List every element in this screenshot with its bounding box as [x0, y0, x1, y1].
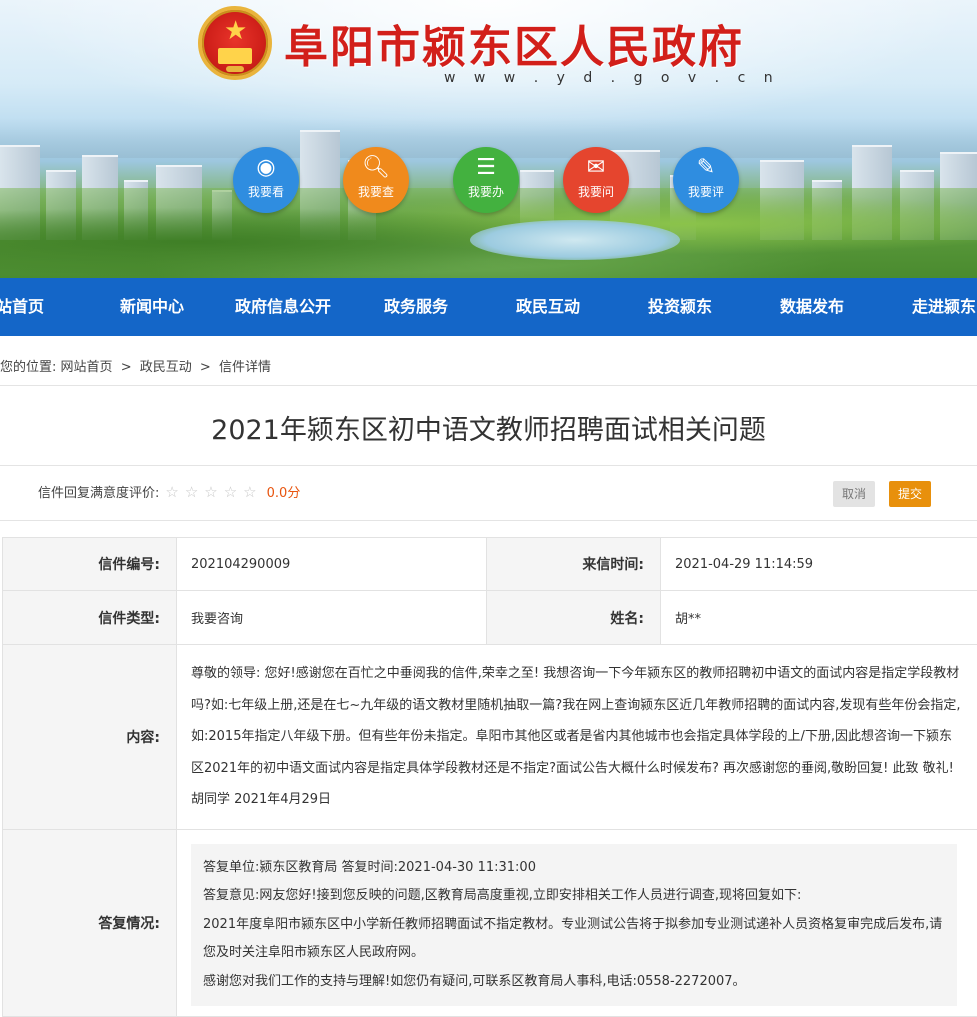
rating-stars[interactable]: ☆☆☆☆☆	[165, 483, 262, 501]
letter-type: 我要咨询	[177, 591, 487, 645]
submit-button[interactable]: 提交	[889, 481, 931, 507]
nav-gov-info[interactable]: 政府信息公开	[235, 278, 331, 336]
nav-services[interactable]: 政务服务	[384, 278, 448, 336]
river	[470, 220, 680, 260]
table-row: 内容: 尊敬的领导: 您好!感谢您在百忙之中垂阅我的信件,荣幸之至! 我想咨询一…	[3, 645, 977, 830]
breadcrumb-separator: >	[121, 360, 132, 375]
letter-number: 202104290009	[177, 538, 487, 591]
content-cell: 尊敬的领导: 您好!感谢您在百忙之中垂阅我的信件,荣幸之至! 我想咨询一下今年颍…	[177, 645, 977, 830]
letter-detail-table: 信件编号: 202104290009 来信时间: 2021-04-29 11:1…	[2, 537, 977, 1017]
reply-unit-line: 答复单位:颍东区教育局 答复时间:2021-04-30 11:31:00	[203, 854, 945, 883]
table-row: 信件类型: 我要咨询 姓名: 胡**	[3, 591, 977, 645]
content-label: 内容:	[3, 645, 177, 830]
nav-interaction[interactable]: 政民互动	[516, 278, 580, 336]
breadcrumb-prefix: 您的位置:	[0, 360, 56, 375]
quick-link-view[interactable]: ◉ 我要看	[233, 147, 299, 213]
sender-name-label: 姓名:	[487, 591, 661, 645]
letter-time-label: 来信时间:	[487, 538, 661, 591]
quick-link-search[interactable]: 🔍︎ 我要查	[343, 147, 409, 213]
main-nav: 站首页 新闻中心 政府信息公开 政务服务 政民互动 投资颍东 数据发布 走进颍东	[0, 278, 977, 336]
chat-icon: ✉	[563, 157, 629, 179]
letter-type-label: 信件类型:	[3, 591, 177, 645]
letter-title: 2021年颍东区初中语文教师招聘面试相关问题	[0, 408, 977, 447]
divider	[0, 465, 977, 466]
rating-row: 信件回复满意度评价: ☆☆☆☆☆ 0.0分	[38, 482, 300, 501]
reply-cell: 答复单位:颍东区教育局 答复时间:2021-04-30 11:31:00 答复意…	[177, 829, 977, 1017]
reply-opinion-line: 答复意见:网友您好!接到您反映的问题,区教育局高度重视,立即安排相关工作人员进行…	[203, 882, 945, 911]
breadcrumb-interaction[interactable]: 政民互动	[140, 360, 192, 375]
site-url: w w w . y d . g o v . c n	[444, 70, 780, 86]
breadcrumb-separator: >	[200, 360, 211, 375]
eye-icon: ◉	[233, 157, 299, 179]
table-row: 答复情况: 答复单位:颍东区教育局 答复时间:2021-04-30 11:31:…	[3, 829, 977, 1017]
clipboard-icon: ☰	[453, 157, 519, 179]
reply-body: 2021年度阜阳市颍东区中小学新任教师招聘面试不指定教材。专业测试公告将于拟参加…	[203, 911, 945, 968]
reply-thanks-line: 感谢您对我们工作的支持与理解!如您仍有疑问,可联系区教育局人事科,电话:0558…	[203, 968, 945, 997]
edit-icon: ✎	[673, 157, 739, 179]
national-emblem-icon: ★	[198, 6, 272, 80]
nav-home[interactable]: 站首页	[0, 278, 44, 336]
quick-link-review[interactable]: ✎ 我要评	[673, 147, 739, 213]
rating-score: 0.0分	[267, 482, 301, 501]
quick-link-apply[interactable]: ☰ 我要办	[453, 147, 519, 213]
cancel-button[interactable]: 取消	[833, 481, 875, 507]
reply-label: 答复情况:	[3, 829, 177, 1017]
sender-name: 胡**	[661, 591, 977, 645]
breadcrumb: 您的位置: 网站首页 > 政民互动 > 信件详情	[0, 356, 271, 375]
search-document-icon: 🔍︎	[343, 157, 409, 179]
reply-box: 答复单位:颍东区教育局 答复时间:2021-04-30 11:31:00 答复意…	[191, 844, 957, 1007]
quick-link-ask[interactable]: ✉ 我要问	[563, 147, 629, 213]
divider	[0, 385, 977, 386]
nav-investment[interactable]: 投资颍东	[648, 278, 712, 336]
site-brand[interactable]: ★ 阜阳市颍东区人民政府	[198, 6, 744, 80]
site-title: 阜阳市颍东区人民政府	[284, 11, 744, 75]
rating-label: 信件回复满意度评价:	[38, 482, 159, 501]
site-banner: ★ 阜阳市颍东区人民政府 w w w . y d . g o v . c n ◉…	[0, 0, 977, 278]
nav-news[interactable]: 新闻中心	[120, 278, 184, 336]
breadcrumb-current[interactable]: 信件详情	[219, 360, 271, 375]
nav-about[interactable]: 走进颍东	[912, 278, 976, 336]
nav-data[interactable]: 数据发布	[780, 278, 844, 336]
divider	[0, 520, 977, 521]
letter-time: 2021-04-29 11:14:59	[661, 538, 977, 591]
breadcrumb-home[interactable]: 网站首页	[61, 360, 113, 375]
letter-content: 尊敬的领导: 您好!感谢您在百忙之中垂阅我的信件,荣幸之至! 我想咨询一下今年颍…	[177, 645, 977, 829]
table-row: 信件编号: 202104290009 来信时间: 2021-04-29 11:1…	[3, 538, 977, 591]
letter-number-label: 信件编号:	[3, 538, 177, 591]
